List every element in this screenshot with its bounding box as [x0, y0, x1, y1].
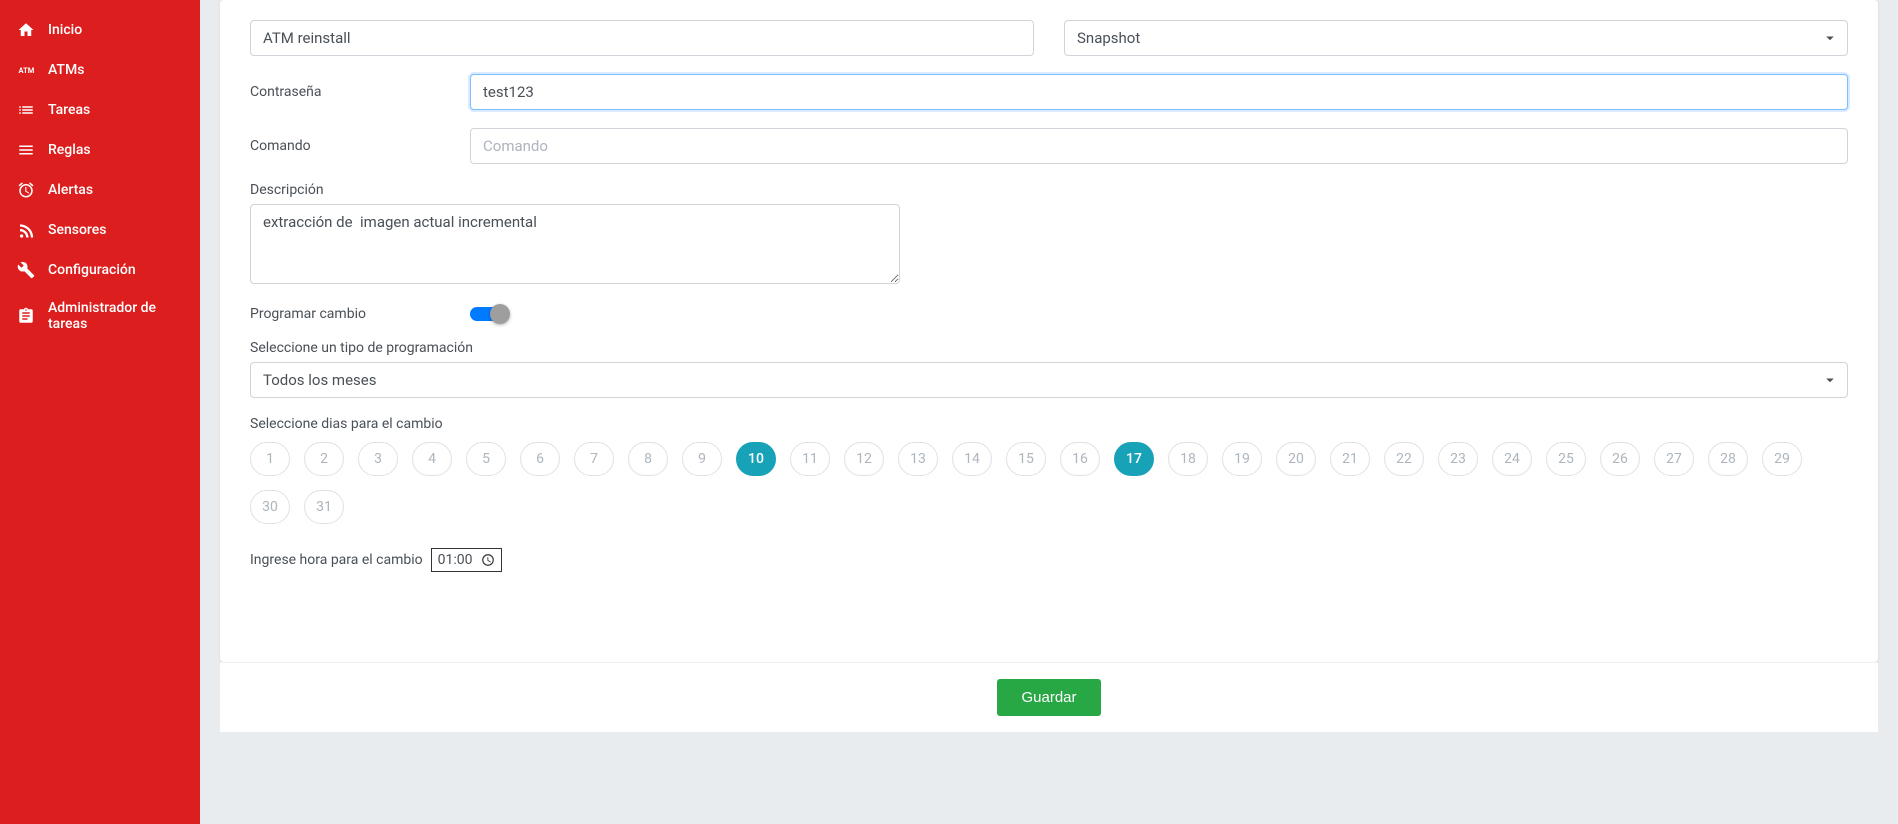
clock-icon	[481, 553, 495, 567]
sidebar-item-label: Tareas	[48, 102, 90, 118]
alarm-icon	[16, 180, 36, 200]
day-btn-1[interactable]: 1	[250, 442, 290, 476]
day-btn-2[interactable]: 2	[304, 442, 344, 476]
day-btn-15[interactable]: 15	[1006, 442, 1046, 476]
command-input[interactable]	[470, 128, 1848, 164]
description-textarea[interactable]	[250, 204, 900, 284]
schedule-type-select[interactable]: Todos los meses	[250, 362, 1848, 398]
atm-icon: ATM	[16, 60, 36, 80]
time-value: 01:00	[438, 552, 473, 568]
day-btn-25[interactable]: 25	[1546, 442, 1586, 476]
day-btn-28[interactable]: 28	[1708, 442, 1748, 476]
sidebar-item-configuracion[interactable]: Configuración	[0, 250, 200, 290]
day-btn-8[interactable]: 8	[628, 442, 668, 476]
day-btn-24[interactable]: 24	[1492, 442, 1532, 476]
type-select[interactable]: Snapshot	[1064, 20, 1848, 56]
sidebar-item-label: Alertas	[48, 182, 93, 198]
command-label: Comando	[250, 138, 450, 154]
home-icon	[16, 20, 36, 40]
day-btn-27[interactable]: 27	[1654, 442, 1694, 476]
name-input[interactable]	[250, 20, 1034, 56]
day-btn-19[interactable]: 19	[1222, 442, 1262, 476]
day-btn-29[interactable]: 29	[1762, 442, 1802, 476]
day-btn-6[interactable]: 6	[520, 442, 560, 476]
sidebar-item-reglas[interactable]: Reglas	[0, 130, 200, 170]
day-btn-13[interactable]: 13	[898, 442, 938, 476]
day-btn-17[interactable]: 17	[1114, 442, 1154, 476]
time-label: Ingrese hora para el cambio	[250, 552, 423, 568]
day-btn-7[interactable]: 7	[574, 442, 614, 476]
time-input[interactable]: 01:00	[431, 548, 502, 572]
description-label: Descripción	[250, 182, 1848, 198]
day-btn-11[interactable]: 11	[790, 442, 830, 476]
sidebar-item-alertas[interactable]: Alertas	[0, 170, 200, 210]
day-btn-4[interactable]: 4	[412, 442, 452, 476]
schedule-toggle[interactable]	[470, 307, 506, 321]
day-btn-12[interactable]: 12	[844, 442, 884, 476]
day-btn-26[interactable]: 26	[1600, 442, 1640, 476]
day-btn-20[interactable]: 20	[1276, 442, 1316, 476]
form-card: Snapshot Contraseña Comando Descripción …	[220, 0, 1878, 662]
list-icon	[16, 100, 36, 120]
sidebar-item-label: Reglas	[48, 142, 91, 158]
sidebar-item-inicio[interactable]: Inicio	[0, 10, 200, 50]
day-btn-31[interactable]: 31	[304, 490, 344, 524]
schedule-toggle-label: Programar cambio	[250, 306, 450, 322]
day-picker: 1234567891011121314151617181920212223242…	[250, 442, 1848, 524]
day-btn-16[interactable]: 16	[1060, 442, 1100, 476]
sidebar-item-tareas[interactable]: Tareas	[0, 90, 200, 130]
day-btn-22[interactable]: 22	[1384, 442, 1424, 476]
password-input[interactable]	[470, 74, 1848, 110]
rss-icon	[16, 220, 36, 240]
sidebar-item-admin-tareas[interactable]: Administrador de tareas	[0, 290, 200, 342]
sidebar-item-sensores[interactable]: Sensores	[0, 210, 200, 250]
sidebar-item-label: ATMs	[48, 62, 84, 78]
day-btn-21[interactable]: 21	[1330, 442, 1370, 476]
wrench-icon	[16, 260, 36, 280]
day-btn-5[interactable]: 5	[466, 442, 506, 476]
sidebar-item-label: Inicio	[48, 22, 82, 38]
clipboard-icon	[16, 306, 36, 326]
sidebar-item-label: Administrador de tareas	[48, 300, 184, 332]
lines-icon	[16, 140, 36, 160]
save-button[interactable]: Guardar	[997, 679, 1100, 716]
day-btn-3[interactable]: 3	[358, 442, 398, 476]
sidebar-item-label: Sensores	[48, 222, 106, 238]
day-btn-30[interactable]: 30	[250, 490, 290, 524]
day-btn-18[interactable]: 18	[1168, 442, 1208, 476]
password-label: Contraseña	[250, 84, 450, 100]
day-btn-14[interactable]: 14	[952, 442, 992, 476]
sidebar-item-label: Configuración	[48, 262, 136, 278]
schedule-type-label: Seleccione un tipo de programación	[250, 340, 1848, 356]
day-btn-9[interactable]: 9	[682, 442, 722, 476]
sidebar-item-atms[interactable]: ATM ATMs	[0, 50, 200, 90]
sidebar: Inicio ATM ATMs Tareas Reglas Alertas Se…	[0, 0, 200, 824]
svg-text:ATM: ATM	[19, 66, 35, 75]
day-btn-10[interactable]: 10	[736, 442, 776, 476]
days-label: Seleccione dias para el cambio	[250, 416, 1848, 432]
main-content: Snapshot Contraseña Comando Descripción …	[200, 0, 1898, 824]
day-btn-23[interactable]: 23	[1438, 442, 1478, 476]
